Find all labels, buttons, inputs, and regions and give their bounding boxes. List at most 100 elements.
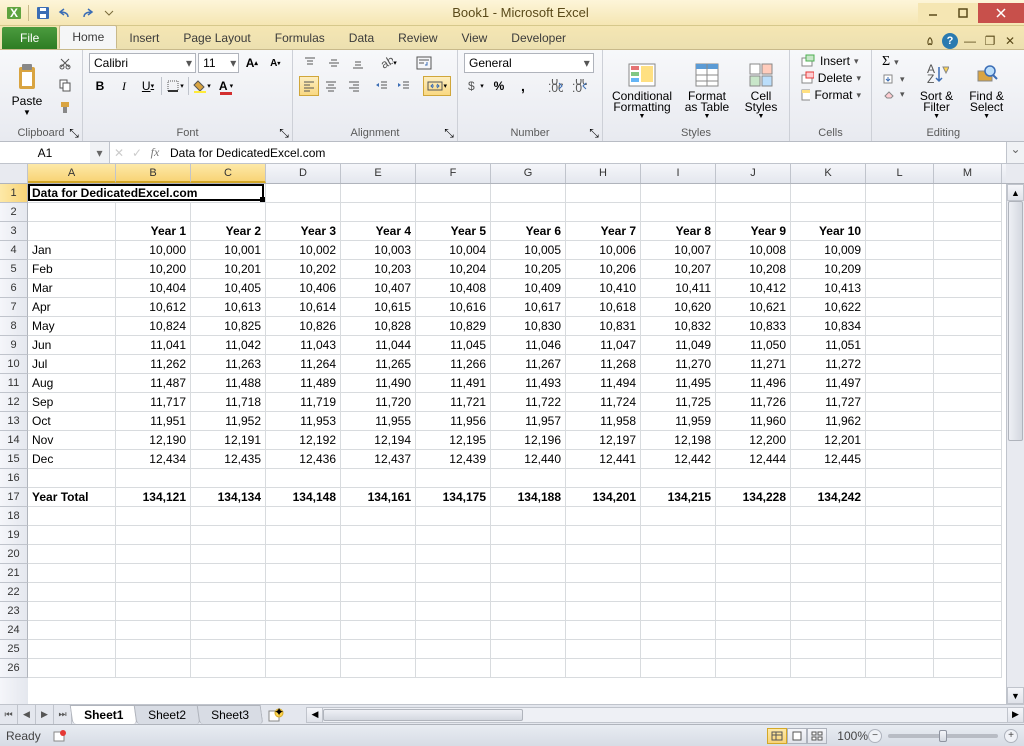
undo-icon[interactable]: [55, 3, 75, 23]
row-header-10[interactable]: 10: [0, 355, 28, 374]
autosum-button[interactable]: Σ▾: [878, 53, 909, 71]
cell[interactable]: 10,008: [716, 241, 791, 260]
tab-view[interactable]: View: [450, 27, 500, 49]
cell[interactable]: [341, 640, 416, 659]
cell[interactable]: [641, 203, 716, 222]
cell[interactable]: [191, 564, 266, 583]
cell[interactable]: [934, 564, 1002, 583]
cell[interactable]: 11,496: [716, 374, 791, 393]
font-color-icon[interactable]: A▾: [215, 76, 237, 96]
cell[interactable]: [28, 469, 116, 488]
cell[interactable]: [28, 203, 116, 222]
increase-decimal-icon[interactable]: .0.00: [544, 76, 566, 96]
cell[interactable]: [791, 659, 866, 678]
cell[interactable]: [866, 469, 934, 488]
cell[interactable]: 10,206: [566, 260, 641, 279]
cell[interactable]: 11,495: [641, 374, 716, 393]
cell[interactable]: Year 6: [491, 222, 566, 241]
cell[interactable]: 10,621: [716, 298, 791, 317]
cell[interactable]: 11,265: [341, 355, 416, 374]
font-size-input[interactable]: [199, 56, 228, 70]
cell[interactable]: 12,445: [791, 450, 866, 469]
italic-icon[interactable]: I: [113, 76, 135, 96]
sheet-tab-sheet3[interactable]: Sheet3: [197, 705, 264, 724]
cell[interactable]: [28, 545, 116, 564]
column-header-K[interactable]: K: [791, 164, 866, 183]
conditional-formatting-button[interactable]: Conditional Formatting▼: [609, 53, 675, 126]
cell[interactable]: [866, 336, 934, 355]
cell[interactable]: [416, 602, 491, 621]
cell[interactable]: [716, 564, 791, 583]
cell[interactable]: 134,201: [566, 488, 641, 507]
cell[interactable]: 11,724: [566, 393, 641, 412]
cell[interactable]: 11,720: [341, 393, 416, 412]
cell[interactable]: [266, 184, 341, 203]
sheet-tab-sheet1[interactable]: Sheet1: [70, 705, 138, 724]
sheet-tab-sheet2[interactable]: Sheet2: [134, 705, 201, 724]
cell[interactable]: 10,202: [266, 260, 341, 279]
delete-cells-button[interactable]: Delete▾: [796, 70, 865, 86]
cell[interactable]: 11,050: [716, 336, 791, 355]
cell[interactable]: [116, 640, 191, 659]
cell[interactable]: [791, 184, 866, 203]
cell[interactable]: [116, 564, 191, 583]
save-icon[interactable]: [33, 3, 53, 23]
cell[interactable]: 10,407: [341, 279, 416, 298]
cell[interactable]: [566, 507, 641, 526]
underline-icon[interactable]: U▾: [137, 76, 159, 96]
cell[interactable]: 10,005: [491, 241, 566, 260]
maximize-button[interactable]: [948, 3, 978, 23]
column-header-G[interactable]: G: [491, 164, 566, 183]
cell[interactable]: [266, 526, 341, 545]
cell[interactable]: [191, 602, 266, 621]
cell[interactable]: [491, 507, 566, 526]
cell[interactable]: 11,719: [266, 393, 341, 412]
row-header-4[interactable]: 4: [0, 241, 28, 260]
cell[interactable]: [491, 184, 566, 203]
cell[interactable]: [491, 621, 566, 640]
cell[interactable]: [934, 488, 1002, 507]
cell[interactable]: 10,408: [416, 279, 491, 298]
cell[interactable]: 12,192: [266, 431, 341, 450]
cell[interactable]: [191, 469, 266, 488]
insert-sheet-icon[interactable]: ✦: [266, 705, 286, 724]
cell[interactable]: 11,726: [716, 393, 791, 412]
cell[interactable]: [866, 374, 934, 393]
cell[interactable]: 11,722: [491, 393, 566, 412]
cell[interactable]: 134,228: [716, 488, 791, 507]
cell[interactable]: 11,956: [416, 412, 491, 431]
cell[interactable]: [716, 469, 791, 488]
cell[interactable]: [266, 640, 341, 659]
cell[interactable]: [866, 659, 934, 678]
cell[interactable]: [341, 507, 416, 526]
cell[interactable]: 10,007: [641, 241, 716, 260]
increase-indent-icon[interactable]: [394, 76, 414, 96]
cell[interactable]: [866, 184, 934, 203]
cell[interactable]: [116, 621, 191, 640]
cell[interactable]: Aug: [28, 374, 116, 393]
cell[interactable]: 10,204: [416, 260, 491, 279]
align-left-icon[interactable]: [299, 76, 319, 96]
tab-page-layout[interactable]: Page Layout: [171, 27, 262, 49]
cell[interactable]: 10,614: [266, 298, 341, 317]
cell[interactable]: [934, 298, 1002, 317]
cell[interactable]: 10,613: [191, 298, 266, 317]
cell[interactable]: [266, 621, 341, 640]
cell[interactable]: [716, 507, 791, 526]
cell[interactable]: [566, 583, 641, 602]
alignment-launcher-icon[interactable]: ⤡: [443, 127, 455, 139]
cell[interactable]: [566, 545, 641, 564]
column-header-M[interactable]: M: [934, 164, 1002, 183]
cell[interactable]: 10,830: [491, 317, 566, 336]
cell[interactable]: Year 7: [566, 222, 641, 241]
column-header-B[interactable]: B: [116, 164, 191, 183]
cell[interactable]: [28, 659, 116, 678]
cell[interactable]: 10,200: [116, 260, 191, 279]
cell[interactable]: Year 4: [341, 222, 416, 241]
cell[interactable]: [491, 469, 566, 488]
cell[interactable]: 11,958: [566, 412, 641, 431]
cell[interactable]: [266, 507, 341, 526]
format-cells-button[interactable]: Format▾: [796, 87, 865, 103]
cell[interactable]: 12,444: [716, 450, 791, 469]
cell[interactable]: [416, 583, 491, 602]
